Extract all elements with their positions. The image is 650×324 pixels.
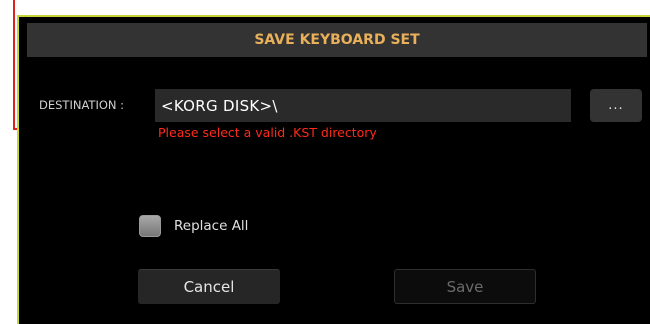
save-button[interactable]: Save	[394, 269, 536, 304]
error-message: Please select a valid .KST directory	[158, 125, 377, 140]
callout-line-left-vertical	[13, 0, 15, 130]
save-keyboard-set-dialog: SAVE KEYBOARD SET DESTINATION : <KORG DI…	[17, 15, 650, 324]
screenshot-stage: SAVE KEYBOARD SET DESTINATION : <KORG DI…	[0, 0, 650, 324]
destination-label: DESTINATION :	[39, 98, 125, 112]
destination-field[interactable]: <KORG DISK>\	[155, 89, 571, 122]
browse-button[interactable]: ...	[590, 89, 642, 122]
replace-all-checkbox[interactable]	[139, 215, 161, 237]
replace-all-label[interactable]: Replace All	[174, 218, 248, 234]
dialog-title: SAVE KEYBOARD SET	[254, 32, 420, 48]
dialog-title-bar: SAVE KEYBOARD SET	[27, 23, 647, 57]
cancel-button[interactable]: Cancel	[138, 269, 280, 304]
